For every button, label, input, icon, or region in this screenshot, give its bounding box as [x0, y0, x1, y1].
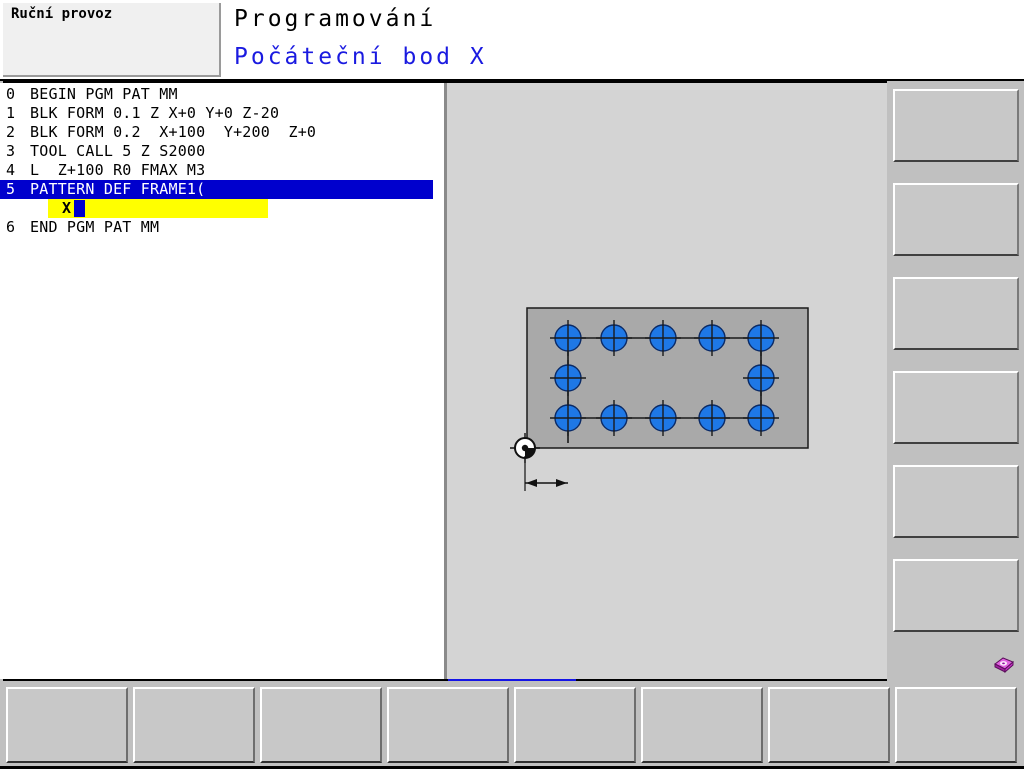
vertical-softkey-1[interactable]: [893, 89, 1019, 162]
title-area: Programování Počáteční bod X: [228, 0, 828, 80]
operating-mode-label: Ruční provoz: [11, 6, 113, 22]
vertical-softkey-icon-slot: [893, 649, 1019, 679]
horizontal-softkey-3[interactable]: [260, 687, 382, 763]
vertical-softkey-6[interactable]: [893, 559, 1019, 632]
vertical-softkey-3[interactable]: [893, 277, 1019, 350]
page-title: Programování: [234, 6, 437, 32]
horizontal-softkey-row: [0, 681, 1024, 769]
program-line-number: 6: [6, 218, 16, 236]
program-line[interactable]: 1 BLK FORM 0.1 Z X+0 Y+0 Z-20: [0, 104, 279, 123]
program-line[interactable]: 6 END PGM PAT MM: [0, 218, 159, 237]
program-line[interactable]: 4 L Z+100 R0 FMAX M3: [0, 161, 205, 180]
program-line[interactable]: 0 BEGIN PGM PAT MM: [0, 85, 178, 104]
program-line[interactable]: 3 TOOL CALL 5 Z S2000: [0, 142, 205, 161]
program-line-number: 1: [6, 104, 16, 122]
horizontal-softkey-8[interactable]: [895, 687, 1017, 763]
program-line-text: BEGIN PGM PAT MM: [30, 85, 178, 103]
program-line-number: 2: [6, 123, 16, 141]
horizontal-softkey-2[interactable]: [133, 687, 255, 763]
horizontal-softkey-7[interactable]: [768, 687, 890, 763]
program-line[interactable]: 2 BLK FORM 0.2 X+100 Y+200 Z+0: [0, 123, 316, 142]
graphics-preview-pane: [447, 83, 887, 679]
disc-icon[interactable]: [992, 651, 1016, 675]
operating-mode-box: Ruční provoz: [3, 3, 221, 77]
program-line-text: TOOL CALL 5 Z S2000: [30, 142, 206, 160]
parameter-input-field[interactable]: X: [48, 199, 268, 218]
program-listing-pane[interactable]: 0 BEGIN PGM PAT MM 1 BLK FORM 0.1 Z X+0 Y+0…: [0, 83, 444, 679]
vertical-softkey-column: [887, 81, 1024, 681]
horizontal-softkey-6[interactable]: [641, 687, 763, 763]
parameter-input-label: X: [62, 199, 72, 217]
pattern-preview-graphic: [510, 307, 809, 491]
program-line-number: 4: [6, 161, 16, 179]
text-cursor: [74, 200, 85, 217]
cnc-control-screen: Ruční provoz Programování Počáteční bod …: [0, 0, 1024, 769]
header-divider: [0, 79, 1024, 81]
program-line-number: 5: [6, 180, 16, 198]
program-line[interactable]: 5 PATTERN DEF FRAME1(: [0, 180, 433, 199]
vertical-softkey-5[interactable]: [893, 465, 1019, 538]
header-bar: Ruční provoz Programování Počáteční bod …: [0, 0, 1024, 80]
program-line-text: BLK FORM 0.2 X+100 Y+200 Z+0: [30, 123, 317, 141]
horizontal-softkey-5[interactable]: [514, 687, 636, 763]
vertical-softkey-4[interactable]: [893, 371, 1019, 444]
page-subtitle: Počáteční bod X: [234, 44, 487, 70]
program-line-text: PATTERN DEF FRAME1(: [30, 180, 206, 198]
program-line-text: BLK FORM 0.1 Z X+0 Y+0 Z-20: [30, 104, 280, 122]
vertical-softkey-2[interactable]: [893, 183, 1019, 256]
program-line-text: END PGM PAT MM: [30, 218, 160, 236]
program-line-text: L Z+100 R0 FMAX M3: [30, 161, 206, 179]
horizontal-softkey-4[interactable]: [387, 687, 509, 763]
horizontal-softkey-1[interactable]: [6, 687, 128, 763]
program-line-number: 0: [6, 85, 16, 103]
program-line-number: 3: [6, 142, 16, 160]
